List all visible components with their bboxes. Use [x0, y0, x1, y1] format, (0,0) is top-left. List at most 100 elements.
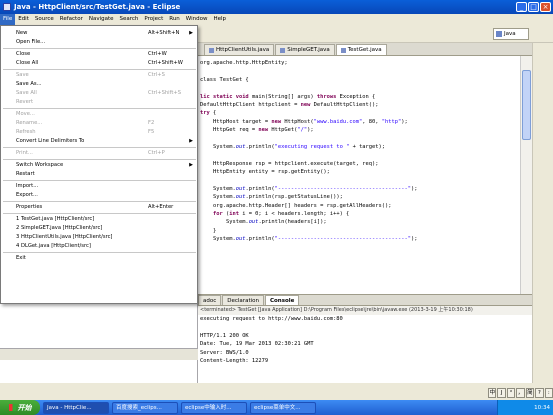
menu-item-accelerator: Alt+Shift+N: [148, 30, 180, 36]
menu-item-label: Revert: [16, 99, 33, 105]
ime-button[interactable]: 中: [488, 388, 497, 398]
menu-item-label: Properties: [16, 204, 43, 210]
file-menu-item[interactable]: Switch Workspace ▶: [2, 161, 197, 170]
file-menu-item[interactable]: 1 TestGet.java [HttpClient/src]: [2, 215, 197, 224]
file-menu-item[interactable]: Exit: [2, 254, 197, 263]
menu-item-label: Restart: [16, 171, 35, 177]
menu-bar: File Edit Source Refactor Navigate Searc…: [0, 14, 553, 25]
file-menu-item[interactable]: Move...: [2, 110, 197, 119]
code-line: System.out.println("--------------------…: [200, 185, 418, 192]
window-title-bar[interactable]: Java - HttpClient/src/TestGet.java - Ecl…: [0, 0, 553, 14]
ime-button[interactable]: ，: [516, 388, 525, 398]
code-line: System.out.println("--------------------…: [200, 236, 418, 243]
menu-item-label: 1 TestGet.java [HttpClient/src]: [16, 216, 95, 222]
console-line: Date: Tue, 19 Mar 2013 02:30:21 GMT: [200, 341, 314, 348]
menu-separator: [3, 108, 196, 109]
menu-refactor[interactable]: Refactor: [57, 14, 86, 25]
file-menu-dropdown: New Alt+Shift+N ▶ Open File... Close Ctrl+W Cl…: [0, 25, 198, 304]
bottom-tab-console[interactable]: Console: [264, 295, 300, 305]
code-line: HttpResponse rsp = httpclient.execute(ta…: [200, 160, 379, 167]
file-menu-item[interactable]: Save Ctrl+S: [2, 71, 197, 80]
console-output[interactable]: executing request to http://www.baidu.co…: [198, 315, 532, 384]
menu-navigate[interactable]: Navigate: [86, 14, 117, 25]
menu-item-label: Save As...: [16, 81, 42, 87]
code-line: lic static void main(String[] args) thro…: [200, 93, 376, 100]
editor-tab[interactable]: HttpClientUtils.java: [204, 44, 275, 55]
file-menu-item[interactable]: Close All Ctrl+Shift+W: [2, 59, 197, 68]
editor-tab[interactable]: TestGet.java: [335, 44, 387, 55]
ime-button[interactable]: ?: [535, 388, 544, 398]
ime-button[interactable]: °: [506, 388, 516, 398]
menu-help[interactable]: Help: [210, 14, 229, 25]
file-menu-item[interactable]: Rename... F2: [2, 119, 197, 128]
menu-separator: [3, 213, 196, 214]
taskbar-button[interactable]: eclipse菜单中文...: [250, 401, 316, 414]
file-menu-item[interactable]: 2 SimpleGET.java [HttpClient/src]: [2, 224, 197, 233]
taskbar: 开始 Java - HttpClie... 百度搜索_eclips... eclip…: [0, 400, 553, 415]
file-menu-item[interactable]: Restart: [2, 170, 197, 179]
bottom-views: adoc Declaration Console <terminated> Test…: [198, 294, 532, 383]
file-menu-item[interactable]: Export...: [2, 191, 197, 200]
menu-run[interactable]: Run: [166, 14, 183, 25]
menu-item-label: Open File...: [16, 39, 46, 45]
code-line: System.out.println("executing request to…: [200, 143, 386, 150]
editor-tab-label: TestGet.java: [347, 46, 382, 53]
bottom-tab-bar: adoc Declaration Console: [198, 295, 532, 306]
taskbar-button[interactable]: 百度搜索_eclips...: [112, 401, 178, 414]
file-menu-item[interactable]: Revert: [2, 98, 197, 107]
file-menu-item[interactable]: Open File...: [2, 38, 197, 47]
eclipse-app-icon: [3, 3, 11, 11]
file-menu-item[interactable]: Refresh F5: [2, 128, 197, 137]
taskbar-button[interactable]: Java - HttpClie...: [43, 401, 109, 414]
file-menu-item[interactable]: Convert Line Delimiters To ▶: [2, 137, 197, 146]
maximize-button[interactable]: □: [528, 2, 539, 12]
file-menu-item[interactable]: Close Ctrl+W: [2, 50, 197, 59]
ime-button[interactable]: 简: [525, 388, 535, 398]
editor-vertical-scrollbar[interactable]: [520, 56, 532, 294]
file-menu-item[interactable]: Print... Ctrl+P: [2, 149, 197, 158]
file-menu-item[interactable]: Save As...: [2, 80, 197, 89]
menu-window[interactable]: Window: [183, 14, 211, 25]
java-perspective-icon: [496, 31, 502, 37]
file-menu-item[interactable]: 3 HttpClientUtils.java [HttpClient/src]: [2, 233, 197, 242]
java-editor[interactable]: HttpClientUtils.java SimpleGET.java TestGe…: [198, 43, 532, 294]
code-area[interactable]: org.apache.http.HttpEntity; class TestGet…: [198, 56, 520, 294]
close-button[interactable]: ×: [540, 2, 551, 12]
code-line: HttpGet req = new HttpGet("/");: [200, 127, 314, 134]
file-menu-item[interactable]: Save All Ctrl+Shift+S: [2, 89, 197, 98]
console-line: HTTP/1.1 200 OK: [200, 332, 249, 339]
console-line: executing request to http://www.baidu.co…: [200, 316, 343, 322]
file-menu-item[interactable]: 4 DLGet.java [HttpClient/src]: [2, 242, 197, 251]
code-line: HttpHost target = new HttpHost("www.baid…: [200, 118, 408, 125]
file-menu-item[interactable]: Import...: [2, 182, 197, 191]
menu-source[interactable]: Source: [32, 14, 57, 25]
taskbar-button[interactable]: eclipse中输入时...: [181, 401, 247, 414]
java-file-icon: [340, 47, 346, 53]
windows-flag-icon: [8, 404, 16, 411]
menu-search[interactable]: Search: [117, 14, 142, 25]
menu-file[interactable]: File: [0, 14, 16, 25]
code-line: HttpEntity entity = rsp.getEntity();: [200, 169, 330, 176]
submenu-arrow-icon: ▶: [189, 30, 193, 36]
scrollbar-thumb[interactable]: [522, 70, 531, 140]
editor-tab[interactable]: SimpleGET.java: [275, 44, 335, 55]
start-button[interactable]: 开始: [0, 400, 40, 415]
bottom-tab-adoc[interactable]: adoc: [198, 295, 222, 305]
menu-separator: [3, 252, 196, 253]
ime-button[interactable]: J: [497, 388, 506, 398]
menu-project[interactable]: Project: [141, 14, 166, 25]
console-terminated-label: <terminated> TestGet [Java Application] …: [198, 306, 532, 315]
menu-edit[interactable]: Edit: [15, 14, 32, 25]
ime-button[interactable]: :: [544, 388, 553, 398]
perspective-java-button[interactable]: Java: [493, 28, 529, 40]
file-menu-item[interactable]: New Alt+Shift+N ▶: [2, 29, 197, 38]
file-menu-item[interactable]: Properties Alt+Enter: [2, 203, 197, 212]
editor-tab-bar: HttpClientUtils.java SimpleGET.java TestGe…: [198, 43, 532, 56]
bottom-tab-declaration[interactable]: Declaration: [222, 295, 264, 305]
menu-item-label: Import...: [16, 183, 39, 189]
minimize-button[interactable]: _: [516, 2, 527, 12]
